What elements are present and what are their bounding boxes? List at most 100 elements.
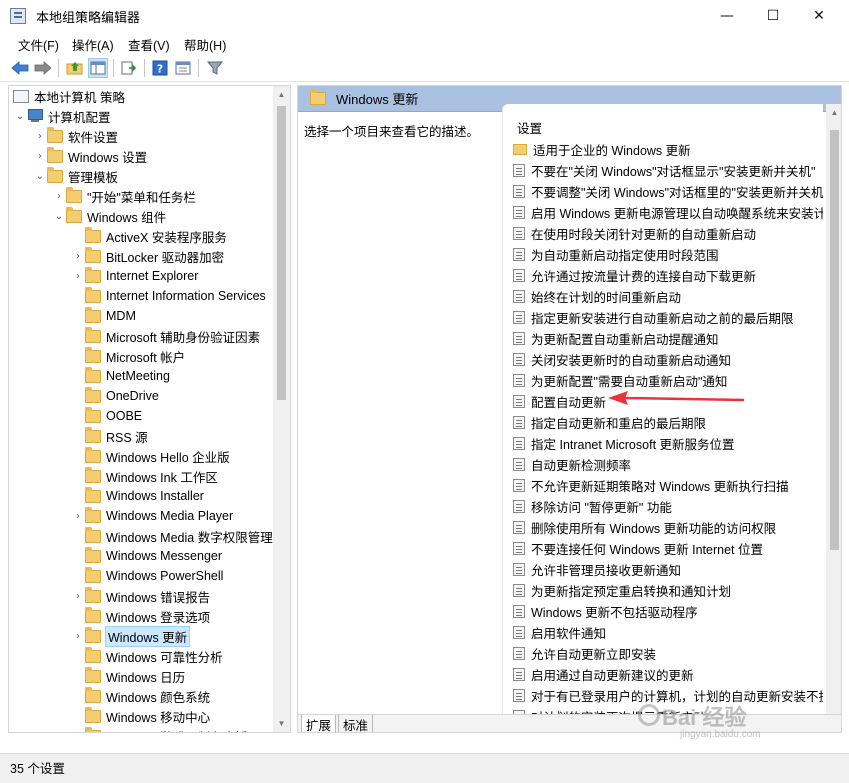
list-item-policy[interactable]: 自动更新检测频率	[513, 454, 631, 475]
tree-item-component[interactable]: Windows 游戏录制和广播	[71, 726, 248, 732]
list-item-policy[interactable]: 不要连接任何 Windows 更新 Internet 位置	[513, 538, 763, 559]
tree-item-component[interactable]: NetMeeting	[71, 366, 170, 386]
tree-item-component[interactable]: ActiveX 安装程序服务	[71, 226, 227, 246]
list-item-policy[interactable]: 移除访问 "暂停更新" 功能	[513, 496, 672, 517]
scroll-up-arrow-icon[interactable]: ▲	[826, 104, 841, 121]
tree-item-component[interactable]: Windows Installer	[71, 486, 204, 506]
list-item-label: 移除访问 "暂停更新" 功能	[531, 501, 672, 515]
chevron-right-icon[interactable]: ›	[33, 151, 47, 162]
tree-item-component[interactable]: OOBE	[71, 406, 142, 426]
tree-item-component[interactable]: Windows Media 数字权限管理	[71, 526, 273, 546]
tree-item-component[interactable]: Windows 颜色系统	[71, 686, 210, 706]
tree-item-component[interactable]: Windows Messenger	[71, 546, 222, 566]
tree-item-component[interactable]: RSS 源	[71, 426, 148, 446]
tree-item-component[interactable]: Windows 移动中心	[71, 706, 210, 726]
chevron-right-icon[interactable]: ›	[33, 131, 47, 142]
list-item-policy[interactable]: 不允许更新延期策略对 Windows 更新执行扫描	[513, 475, 789, 496]
chevron-right-icon[interactable]: ›	[71, 511, 85, 522]
list-item-policy[interactable]: 启用 Windows 更新电源管理以自动唤醒系统来安装计	[513, 202, 823, 223]
list-item-policy[interactable]: 允许自动更新立即安装	[513, 643, 656, 664]
list-item-policy[interactable]: 始终在计划的时间重新启动	[513, 286, 681, 307]
tree-item-windows-components[interactable]: ⌄ Windows 组件	[52, 206, 166, 226]
list-item-policy[interactable]: 允许通过按流量计费的连接自动下载更新	[513, 265, 756, 286]
help-icon[interactable]: ?	[150, 58, 170, 78]
filter-icon[interactable]	[205, 58, 225, 78]
tree-item-windows-settings[interactable]: › Windows 设置	[33, 146, 147, 166]
list-item-policy[interactable]: 为更新指定预定重启转换和通知计划	[513, 580, 731, 601]
export-list-icon[interactable]	[119, 58, 139, 78]
list-item-policy[interactable]: 配置自动更新	[513, 391, 606, 412]
tree-item-component[interactable]: Internet Information Services	[71, 286, 266, 306]
list-item-policy[interactable]: 启用软件通知	[513, 622, 606, 643]
chevron-right-icon[interactable]: ›	[71, 251, 85, 262]
forward-icon[interactable]	[33, 58, 53, 78]
menu-help[interactable]: 帮助(H)	[184, 35, 226, 54]
tree-item-label: NetMeeting	[106, 369, 170, 383]
list-item-policy[interactable]: 删除使用所有 Windows 更新功能的访问权限	[513, 517, 776, 538]
tree-item-component[interactable]: › Windows 错误报告	[71, 586, 210, 606]
menu-view[interactable]: 查看(V)	[128, 35, 170, 54]
tree-item-root[interactable]: 本地计算机 策略	[13, 86, 125, 106]
tree-item-component[interactable]: Windows PowerShell	[71, 566, 223, 586]
tree-item-component[interactable]: Microsoft 帐户	[71, 346, 185, 366]
properties-icon[interactable]	[173, 58, 193, 78]
up-folder-icon[interactable]	[65, 58, 85, 78]
tree-item-component[interactable]: Microsoft 辅助身份验证因素	[71, 326, 260, 346]
tree-item-component[interactable]: Windows 登录选项	[71, 606, 210, 626]
tree-item-start-menu[interactable]: › "开始"菜单和任务栏	[52, 186, 196, 206]
tab-standard[interactable]: 标准	[338, 715, 374, 732]
tab-extended[interactable]: 扩展	[301, 715, 337, 732]
back-icon[interactable]	[10, 58, 30, 78]
tree-item-admin-templates[interactable]: ⌄ 管理模板	[33, 166, 118, 186]
scroll-down-arrow-icon[interactable]: ▼	[273, 715, 290, 732]
policy-setting-icon	[513, 647, 525, 660]
list-item-policy[interactable]: 不要在"关闭 Windows"对话框显示"安装更新并关机"	[513, 160, 815, 181]
list-item-policy[interactable]: 在使用时段关闭针对更新的自动重新启动	[513, 223, 756, 244]
tree-item-component[interactable]: › Windows 更新	[71, 625, 191, 647]
settings-list: 设置 适用于企业的 Windows 更新 不要在"关闭 Windows"对话框显…	[503, 104, 823, 716]
list-item-label: 在使用时段关闭针对更新的自动重新启动	[531, 228, 757, 242]
settings-scroll-thumb[interactable]	[830, 130, 839, 550]
chevron-right-icon[interactable]: ›	[71, 631, 85, 642]
tree-item-component[interactable]: Windows 可靠性分析	[71, 646, 223, 666]
minimize-button[interactable]: —	[704, 0, 750, 32]
list-item-policy[interactable]: 为自动重新启动指定使用时段范围	[513, 244, 719, 265]
list-item-policy[interactable]: 启用通过自动更新建议的更新	[513, 664, 694, 685]
settings-column-header[interactable]: 设置	[517, 118, 542, 137]
tree-scroll-thumb[interactable]	[277, 106, 286, 400]
chevron-down-icon[interactable]: ⌄	[52, 211, 66, 222]
tree-scrollbar[interactable]: ▲ ▼	[273, 86, 290, 732]
tree-item-component[interactable]: Windows 日历	[71, 666, 185, 686]
list-item-policy[interactable]: 关闭安装更新时的自动重新启动通知	[513, 349, 731, 370]
tree-item-component[interactable]: MDM	[71, 306, 136, 326]
tree-item-software-settings[interactable]: › 软件设置	[33, 126, 118, 146]
chevron-down-icon[interactable]: ⌄	[13, 111, 27, 122]
tree-item-component[interactable]: Windows Hello 企业版	[71, 446, 230, 466]
tree-item-component[interactable]: OneDrive	[71, 386, 159, 406]
show-hide-tree-icon[interactable]	[88, 58, 108, 78]
list-item-folder[interactable]: 适用于企业的 Windows 更新	[513, 139, 691, 160]
chevron-right-icon[interactable]: ›	[52, 191, 66, 202]
menu-file[interactable]: 文件(F)	[18, 35, 59, 54]
chevron-right-icon[interactable]: ›	[71, 591, 85, 602]
list-item-policy[interactable]: 为更新配置"需要自动重新启动"通知	[513, 370, 727, 391]
list-item-policy[interactable]: 不要调整"关闭 Windows"对话框里的"安装更新并关机"	[513, 181, 823, 202]
menu-action[interactable]: 操作(A)	[72, 35, 114, 54]
list-item-policy[interactable]: 允许非管理员接收更新通知	[513, 559, 681, 580]
list-item-policy[interactable]: 为更新配置自动重新启动提醒通知	[513, 328, 719, 349]
list-item-policy[interactable]: 指定更新安装进行自动重新启动之前的最后期限	[513, 307, 794, 328]
close-button[interactable]: ✕	[796, 0, 842, 32]
tree-item-component[interactable]: › BitLocker 驱动器加密	[71, 246, 224, 266]
maximize-button[interactable]: ☐	[750, 0, 796, 32]
tree-item-component[interactable]: Windows Ink 工作区	[71, 466, 218, 486]
list-item-policy[interactable]: 指定自动更新和重启的最后期限	[513, 412, 706, 433]
tree-item-component[interactable]: › Windows Media Player	[71, 506, 233, 526]
tree-item-computer-config[interactable]: ⌄ 计算机配置	[13, 106, 111, 126]
list-item-policy[interactable]: 指定 Intranet Microsoft 更新服务位置	[513, 433, 735, 454]
settings-scrollbar[interactable]: ▲	[826, 104, 841, 716]
chevron-down-icon[interactable]: ⌄	[33, 171, 47, 182]
tree-item-component[interactable]: › Internet Explorer	[71, 266, 198, 286]
scroll-up-arrow-icon[interactable]: ▲	[273, 86, 290, 103]
list-item-policy[interactable]: Windows 更新不包括驱动程序	[513, 601, 698, 622]
chevron-right-icon[interactable]: ›	[71, 271, 85, 282]
